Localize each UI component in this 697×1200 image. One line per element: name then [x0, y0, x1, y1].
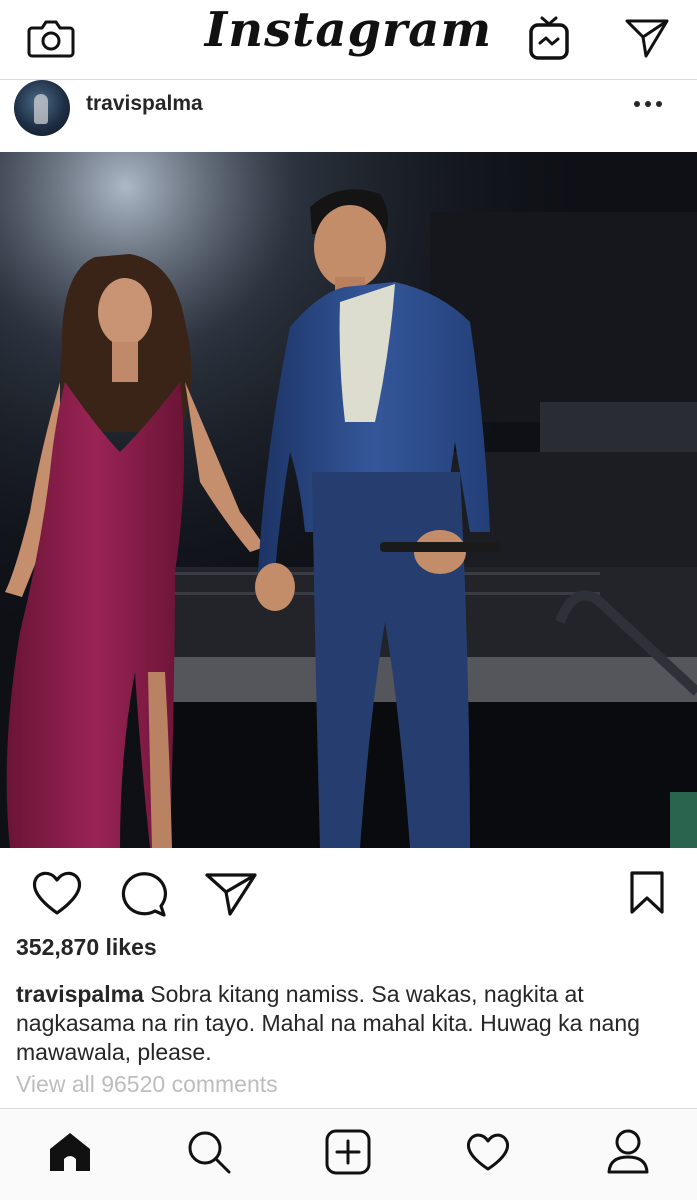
- comment-icon[interactable]: [118, 868, 170, 918]
- avatar[interactable]: [14, 80, 70, 136]
- direct-message-icon[interactable]: [624, 16, 670, 60]
- app-logo: Instagram: [204, 2, 493, 58]
- post-photo[interactable]: [0, 152, 697, 848]
- heart-icon[interactable]: [30, 868, 84, 918]
- view-comments-link[interactable]: View all 96520 comments: [16, 1071, 278, 1098]
- top-bar: Instagram: [0, 0, 697, 80]
- profile-icon[interactable]: [605, 1127, 651, 1175]
- activity-heart-icon[interactable]: [465, 1131, 511, 1173]
- home-icon[interactable]: [48, 1131, 92, 1173]
- bookmark-icon[interactable]: [628, 870, 666, 916]
- share-icon[interactable]: [204, 870, 258, 918]
- caption-username[interactable]: travispalma: [16, 981, 144, 1007]
- caption: travispalma Sobra kitang namiss. Sa waka…: [16, 980, 686, 1067]
- igtv-icon[interactable]: [528, 14, 570, 62]
- post-username[interactable]: travispalma: [86, 92, 203, 116]
- more-icon[interactable]: [632, 94, 664, 114]
- add-post-icon[interactable]: [325, 1129, 371, 1175]
- likes-count[interactable]: 352,870 likes: [16, 934, 157, 961]
- search-icon[interactable]: [186, 1129, 232, 1175]
- concert-photo: [0, 152, 697, 848]
- post-actions: [0, 860, 697, 930]
- post-header: travispalma: [0, 80, 697, 152]
- bottom-nav: [0, 1108, 697, 1200]
